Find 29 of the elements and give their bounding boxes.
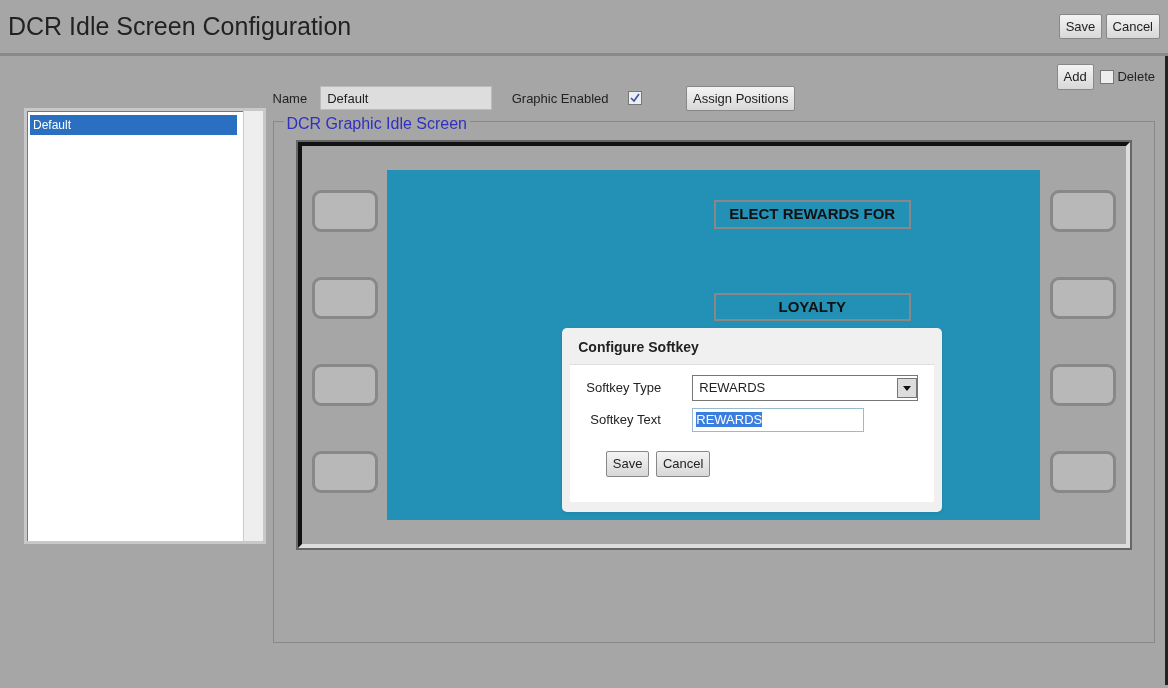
header-button[interactable]: Cancel <box>1105 13 1160 40</box>
select-value: REWARDS <box>699 379 766 398</box>
softkey[interactable] <box>311 190 378 232</box>
assign-positions-button[interactable]: Assign Positions <box>686 85 796 111</box>
softkey[interactable] <box>311 451 378 493</box>
softkey-text-field[interactable]: REWARDS <box>692 407 865 432</box>
name-field[interactable]: Default <box>320 86 493 111</box>
header-button[interactable]: Save <box>1058 13 1103 40</box>
softkey[interactable] <box>311 364 378 406</box>
list-item[interactable]: Default <box>30 114 237 135</box>
name-label: Name <box>272 89 308 108</box>
softkey[interactable] <box>1050 451 1116 493</box>
add-button[interactable]: Add <box>1056 64 1094 90</box>
softkey[interactable] <box>1050 364 1116 406</box>
softkey[interactable] <box>1050 277 1116 319</box>
softkey-text-label: Softkey Text <box>589 410 662 429</box>
page-title: DCR Idle Screen Configuration <box>8 10 352 42</box>
dialog-button[interactable]: Cancel <box>655 451 711 477</box>
dialog-button[interactable]: Save <box>605 451 650 477</box>
scrollbar[interactable] <box>243 110 263 541</box>
softkey[interactable] <box>1050 190 1116 232</box>
softkey[interactable] <box>311 277 378 319</box>
softkey-type-label: Softkey Type <box>586 379 663 398</box>
checkbox[interactable] <box>628 91 643 106</box>
delete-label: Delete <box>1117 68 1155 86</box>
dialog-title: Configure Softkey <box>577 338 700 357</box>
softkey-type-select[interactable]: REWARDS <box>692 375 919 401</box>
graphic-enabled-label: Graphic Enabled <box>511 89 609 108</box>
checkbox[interactable] <box>1100 69 1115 84</box>
